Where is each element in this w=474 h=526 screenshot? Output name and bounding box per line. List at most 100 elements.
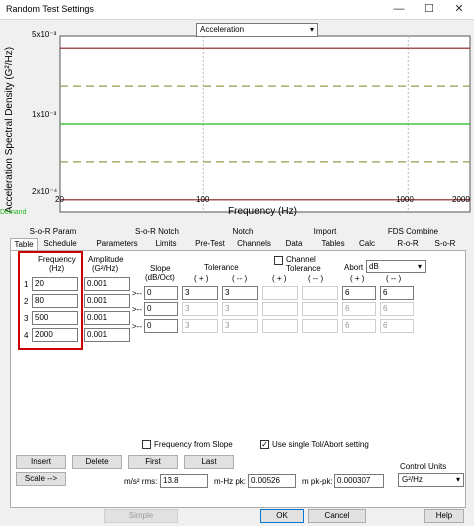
slope-input-2[interactable]: 0 xyxy=(144,302,178,316)
amp-input-2[interactable]: 0.001 xyxy=(84,294,130,308)
control-units-label: Control Units xyxy=(400,462,447,471)
chevron-down-icon: ▾ xyxy=(417,262,422,271)
ch-minus-input-2[interactable] xyxy=(302,302,338,316)
single-tol-checkbox[interactable]: ✓ xyxy=(260,440,269,449)
help-button[interactable]: Help xyxy=(424,509,464,523)
row-number: 3 xyxy=(24,314,29,323)
simple-button[interactable]: Simple xyxy=(104,509,178,523)
x-tick-1000: 1000 xyxy=(396,195,414,204)
window-title: Random Test Settings xyxy=(6,4,94,14)
control-units-value: G²/Hz xyxy=(402,475,423,484)
tab-sor-param[interactable]: S-o-R Param xyxy=(18,226,88,238)
amp-input-3[interactable]: 0.001 xyxy=(84,311,130,325)
freq-from-slope-checkbox[interactable] xyxy=(142,440,151,449)
slope-input-3[interactable]: 0 xyxy=(144,319,178,333)
tab-notch[interactable]: Notch xyxy=(218,226,268,238)
view-select[interactable]: Acceleration ▾ xyxy=(196,23,318,37)
tab-sor-notch[interactable]: S-o-R Notch xyxy=(122,226,192,238)
rms-value: 13.8 xyxy=(160,474,208,488)
tab-calc[interactable]: Calc xyxy=(356,238,378,250)
freq-from-slope-label: Frequency from Slope xyxy=(154,440,233,449)
tab-parameters[interactable]: Parameters xyxy=(94,238,140,250)
y-tick-mid: 1x10⁻³ xyxy=(32,110,57,119)
control-units-select[interactable]: G²/Hz ▾ xyxy=(398,473,464,487)
tol-minus-header: ( -- ) xyxy=(232,274,248,283)
ch-plus-input-2[interactable] xyxy=(262,302,298,316)
tol-plus-input-1[interactable]: 3 xyxy=(182,286,218,300)
tab-r-o-r[interactable]: R-o-R xyxy=(394,238,422,250)
ch-minus-input-3[interactable] xyxy=(302,319,338,333)
tol-minus-input-3[interactable]: 3 xyxy=(222,319,258,333)
abort-unit-select[interactable]: dB ▾ xyxy=(366,260,426,273)
rms-label: m/s² rms: xyxy=(124,477,158,486)
freq-input-2[interactable]: 80 xyxy=(32,294,78,308)
first-button[interactable]: First xyxy=(128,455,178,469)
minimize-icon[interactable]: — xyxy=(384,0,414,20)
abort-minus-input-2[interactable]: 6 xyxy=(380,302,414,316)
delete-button[interactable]: Delete xyxy=(72,455,122,469)
tab-strip: S-o-R Param S-o-R Notch Notch Import FDS… xyxy=(10,226,466,251)
freq-input-3[interactable]: 500 xyxy=(32,311,78,325)
pk-value: 0.00526 xyxy=(248,474,296,488)
tab-tables[interactable]: Tables xyxy=(318,238,348,250)
cancel-button[interactable]: Cancel xyxy=(308,509,366,523)
view-select-value: Acceleration xyxy=(200,25,245,34)
row-number: 4 xyxy=(24,331,29,340)
tab-data[interactable]: Data xyxy=(282,238,306,250)
ch-plus-header: ( + ) xyxy=(272,274,287,283)
y-axis-label: Acceleration Spectral Density (G²/Hz) xyxy=(4,47,15,213)
last-button[interactable]: Last xyxy=(184,455,234,469)
close-icon[interactable]: ✕ xyxy=(444,0,474,20)
ch-plus-input-3[interactable] xyxy=(262,319,298,333)
insert-button[interactable]: Insert xyxy=(16,455,66,469)
tab-fds-combine[interactable]: FDS Combine xyxy=(378,226,448,238)
row-number: 2 xyxy=(24,297,29,306)
pk-label: m-Hz pk: xyxy=(214,477,246,486)
x-tick-20: 20 xyxy=(55,195,64,204)
abort-minus-input-3[interactable]: 6 xyxy=(380,319,414,333)
freq-input-4[interactable]: 2000 xyxy=(32,328,78,342)
channel-tolerance-label: Channel Tolerance xyxy=(286,255,321,273)
tab-schedule[interactable]: Schedule xyxy=(40,238,80,250)
abort-label: Abort xyxy=(344,263,364,272)
tol-plus-input-2[interactable]: 3 xyxy=(182,302,218,316)
amp-header: Amplitude xyxy=(88,255,124,264)
slope-arrow: >-- xyxy=(132,305,142,314)
y-tick-bottom: 2x10⁻⁴ xyxy=(32,187,58,196)
tol-minus-input-1[interactable]: 3 xyxy=(222,286,258,300)
amp-unit-header: (G²/Hz) xyxy=(92,264,119,273)
abort-plus-input-1[interactable]: 6 xyxy=(342,286,376,300)
tab-limits[interactable]: Limits xyxy=(150,238,182,250)
chevron-down-icon: ▾ xyxy=(309,25,314,34)
amp-input-4[interactable]: 0.001 xyxy=(84,328,130,342)
amp-input-1[interactable]: 0.001 xyxy=(84,277,130,291)
ok-button[interactable]: OK xyxy=(260,509,304,523)
tol-plus-input-3[interactable]: 3 xyxy=(182,319,218,333)
maximize-icon[interactable]: ☐ xyxy=(414,0,444,20)
slope-arrow: >-- xyxy=(132,322,142,331)
ch-plus-input-1[interactable] xyxy=(262,286,298,300)
ch-minus-header: ( -- ) xyxy=(308,274,324,283)
freq-input-1[interactable]: 20 xyxy=(32,277,78,291)
y-tick-top: 5x10⁻³ xyxy=(32,30,57,39)
tol-minus-input-2[interactable]: 3 xyxy=(222,302,258,316)
tab-channels[interactable]: Channels xyxy=(234,238,274,250)
ch-minus-input-1[interactable] xyxy=(302,286,338,300)
slope-header: Slope xyxy=(150,264,171,273)
abort-plus-header: ( + ) xyxy=(350,274,365,283)
abort-plus-input-2[interactable]: 6 xyxy=(342,302,376,316)
slope-input-1[interactable]: 0 xyxy=(144,286,178,300)
tab-import[interactable]: Import xyxy=(300,226,350,238)
single-tol-label: Use single Tol/Abort setting xyxy=(272,440,369,449)
abort-minus-header: ( -- ) xyxy=(386,274,402,283)
tab-pre-test[interactable]: Pre-Test xyxy=(190,238,230,250)
tol-plus-header: ( + ) xyxy=(194,274,209,283)
chevron-down-icon: ▾ xyxy=(455,475,460,484)
channel-tolerance-checkbox[interactable] xyxy=(274,256,283,265)
slope-arrow: >-- xyxy=(132,289,142,298)
scale-button[interactable]: Scale --> xyxy=(16,472,66,486)
tab-s-o-r[interactable]: S-o-R xyxy=(430,238,460,250)
x-tick-2000: 2000 xyxy=(452,195,470,204)
abort-minus-input-1[interactable]: 6 xyxy=(380,286,414,300)
abort-plus-input-3[interactable]: 6 xyxy=(342,319,376,333)
